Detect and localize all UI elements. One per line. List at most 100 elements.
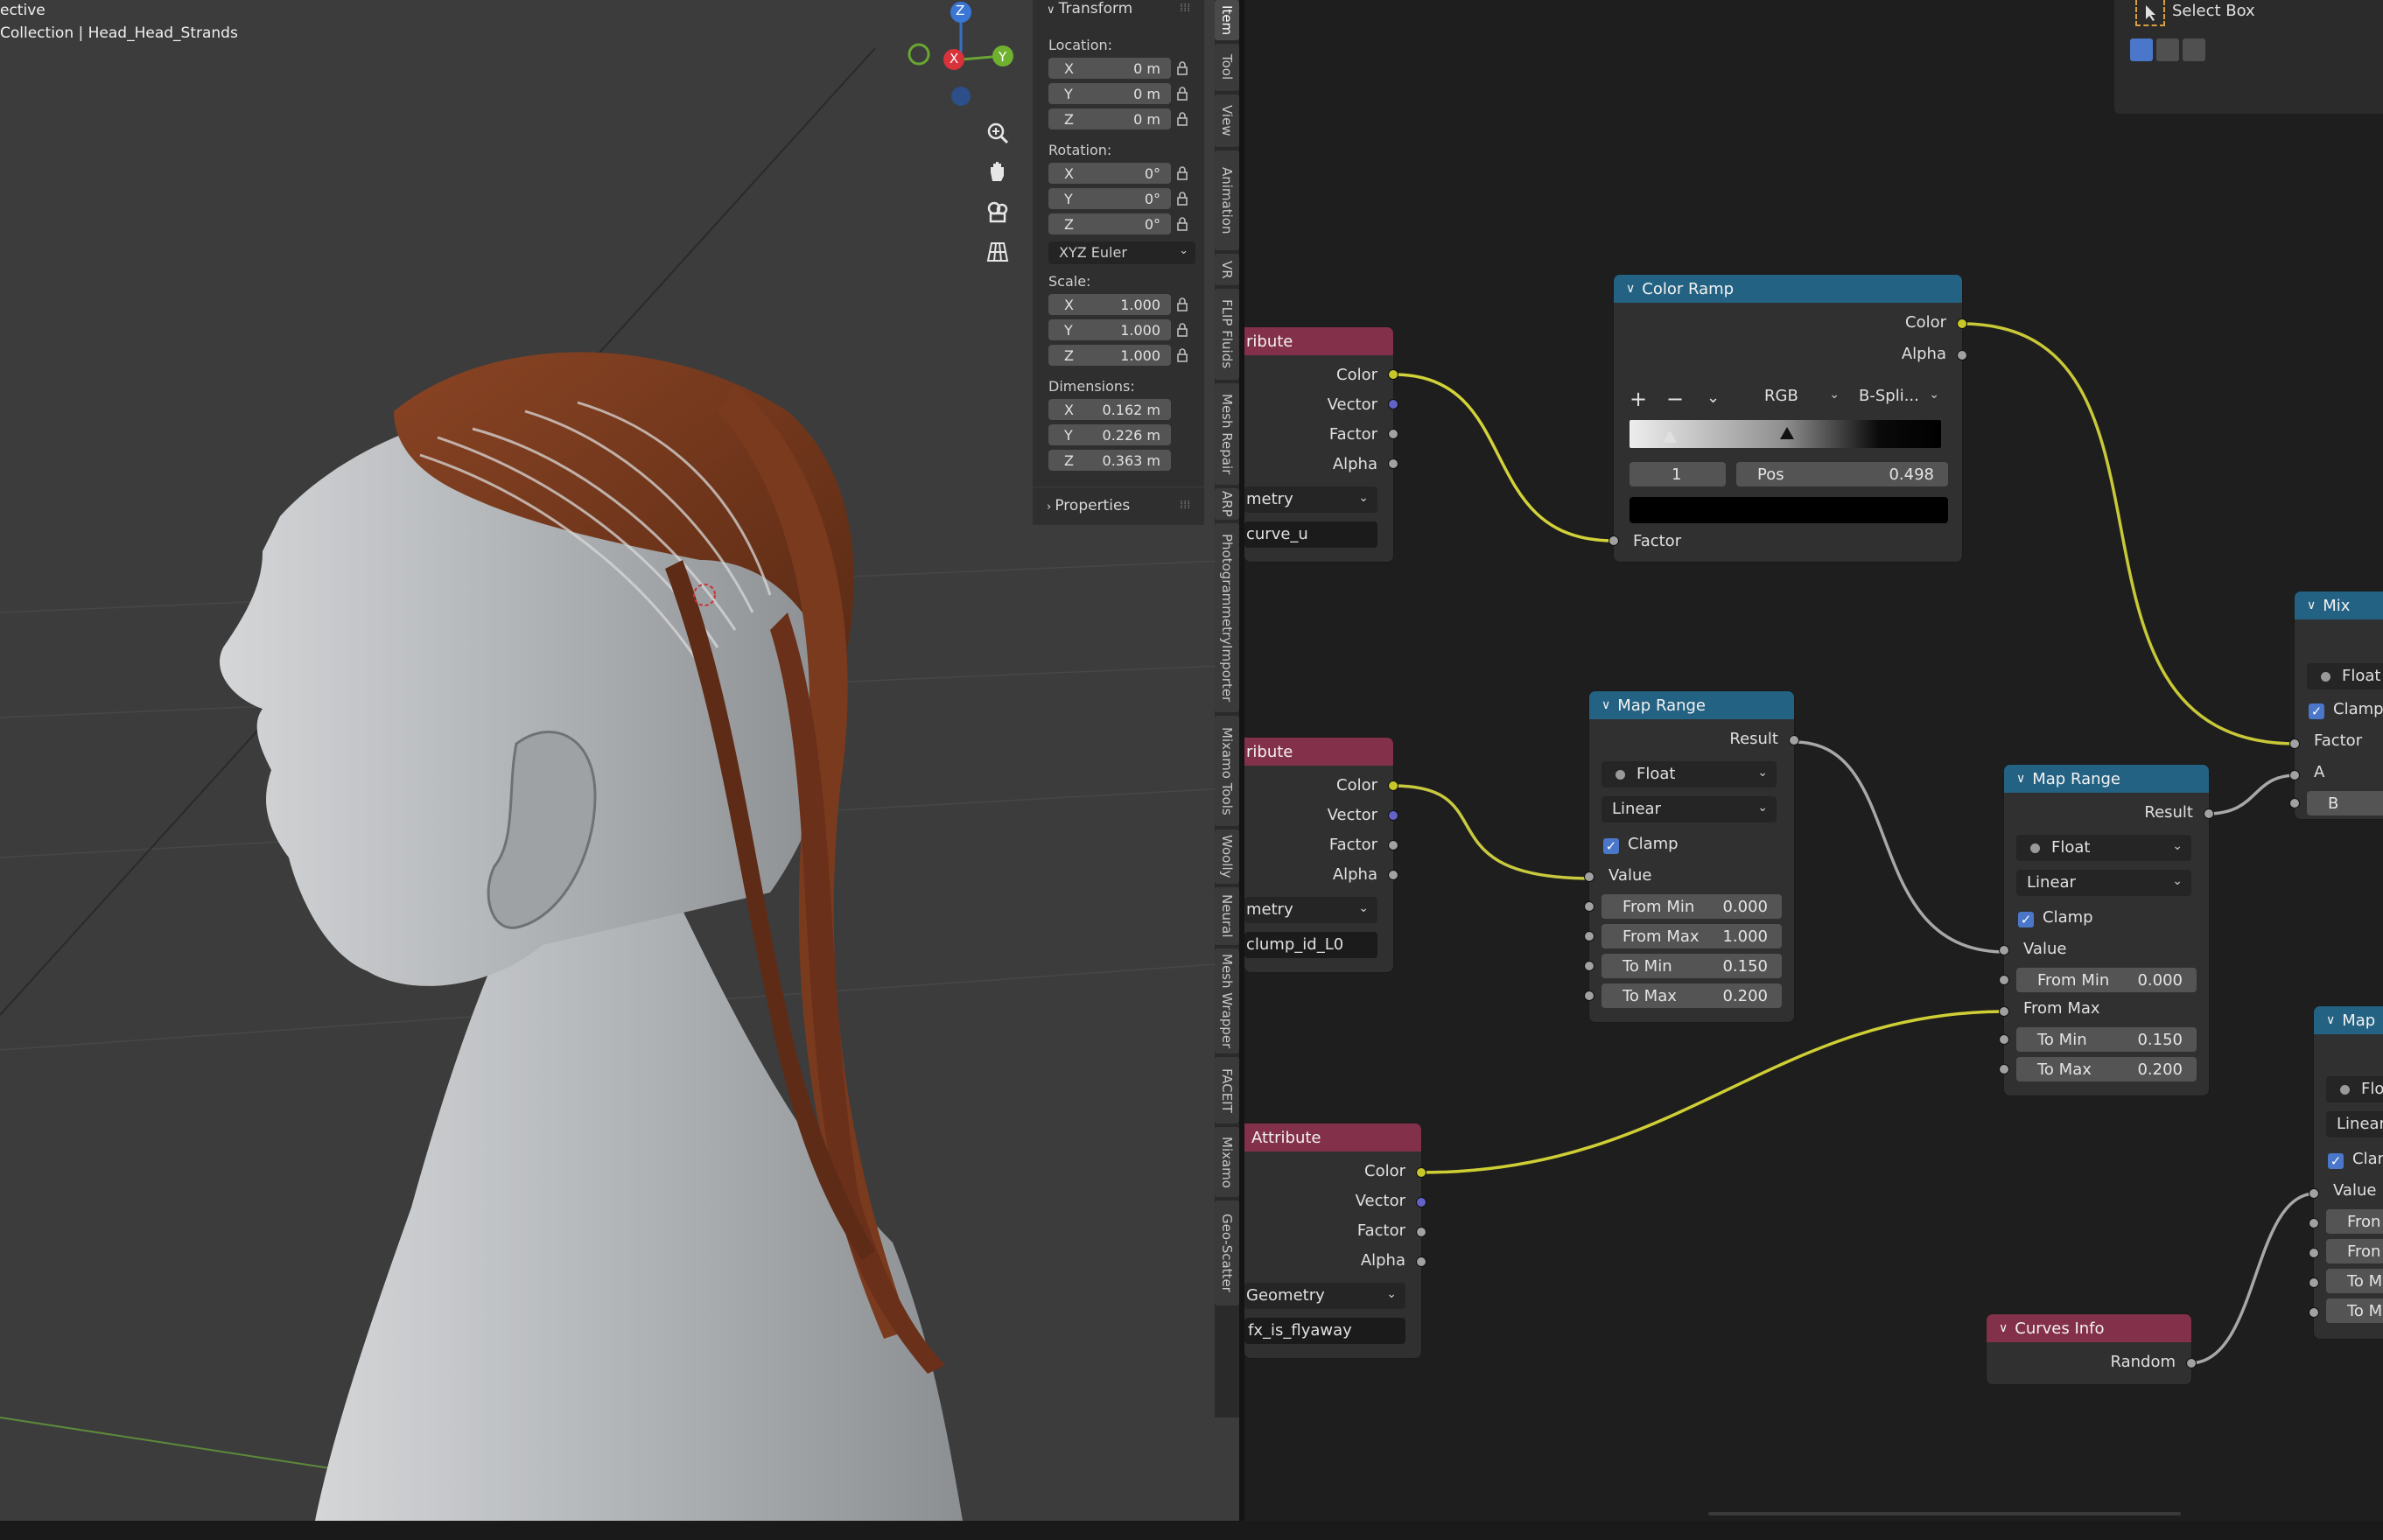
socket-vector[interactable] bbox=[1388, 399, 1398, 410]
color-ramp-gradient[interactable] bbox=[1630, 420, 1941, 448]
socket-b-in[interactable] bbox=[2289, 798, 2300, 808]
dimensions-z-field[interactable]: Z 0.363 m bbox=[1048, 450, 1171, 471]
map-range-node-3[interactable]: ∨ Map Flo Linear ✓ Clan Value Fron Fron T… bbox=[2309, 1006, 2383, 1339]
socket-vector[interactable] bbox=[1416, 1197, 1426, 1208]
map-range-node-2[interactable]: ∨ Map Range Result Float ⌄ Linear ⌄ ✓ Clamp… bbox=[1999, 765, 2214, 1096]
socket-to-max[interactable] bbox=[2309, 1307, 2319, 1318]
tab-mesh-wrapper[interactable]: Mesh Wrapper bbox=[1215, 948, 1239, 1054]
socket-color[interactable] bbox=[1957, 318, 1967, 329]
rotation-x-field[interactable]: X 0° bbox=[1048, 163, 1171, 184]
node-header[interactable]: Attribute bbox=[1244, 1124, 1421, 1152]
from-min-field[interactable]: Fron bbox=[2326, 1209, 2383, 1234]
tab-woolly[interactable]: Woolly bbox=[1215, 830, 1239, 884]
node-header[interactable]: ribute bbox=[1244, 327, 1393, 355]
stop-index-field[interactable]: 1 bbox=[1630, 462, 1726, 486]
curves-info-node[interactable]: ∨ Curves Info Random bbox=[1987, 1314, 2197, 1384]
socket-from-min[interactable] bbox=[1999, 975, 2009, 985]
attribute-node-curve-u[interactable]: ribute Color Vector Factor Alpha metry ⌄ … bbox=[1244, 327, 1398, 562]
mode-extend-selection-icon[interactable] bbox=[2156, 38, 2179, 61]
socket-from-min[interactable] bbox=[2309, 1218, 2319, 1228]
mode-subtract-selection-icon[interactable] bbox=[2183, 38, 2205, 61]
data-type-select[interactable]: Float ⌄ bbox=[2016, 835, 2191, 861]
map-range-node-1[interactable]: ∨ Map Range Result Float ⌄ Linear ⌄ ✓ Clamp… bbox=[1584, 691, 1799, 1022]
tab-mesh-repair[interactable]: Mesh Repair bbox=[1215, 383, 1239, 485]
dimensions-y-field[interactable]: Y 0.226 m bbox=[1048, 424, 1171, 445]
remove-stop-button[interactable]: − bbox=[1666, 387, 1684, 411]
lock-icon[interactable] bbox=[1177, 60, 1188, 76]
socket-value-in[interactable] bbox=[1584, 872, 1595, 882]
socket-factor[interactable] bbox=[1388, 840, 1398, 850]
tab-tool[interactable]: Tool bbox=[1215, 44, 1239, 91]
attribute-name-field[interactable]: fx_is_flyaway bbox=[1244, 1318, 1405, 1344]
socket-to-min[interactable] bbox=[1584, 961, 1595, 971]
socket-color[interactable] bbox=[1416, 1167, 1426, 1178]
attribute-type-select[interactable]: metry ⌄ bbox=[1244, 486, 1377, 513]
zoom-icon[interactable] bbox=[980, 116, 1015, 150]
socket-a-in[interactable] bbox=[2289, 770, 2300, 780]
socket-to-min[interactable] bbox=[2309, 1278, 2319, 1288]
properties-panel-header[interactable]: › Properties bbox=[1047, 497, 1130, 514]
tab-geo-scatter[interactable]: Geo-Scatter bbox=[1215, 1200, 1239, 1306]
ramp-menu-chevron-icon[interactable]: ⌄ bbox=[1707, 388, 1720, 407]
socket-factor-in[interactable] bbox=[2289, 738, 2300, 749]
node-header[interactable]: ∨ Map Range bbox=[1589, 691, 1794, 719]
socket-color[interactable] bbox=[1388, 369, 1398, 380]
socket-from-max[interactable] bbox=[2309, 1248, 2319, 1258]
node-header[interactable]: ribute bbox=[1244, 738, 1393, 766]
tab-mixamo-tools[interactable]: Mixamo Tools bbox=[1215, 716, 1239, 826]
b-field[interactable]: B bbox=[2307, 791, 2383, 816]
tab-mixamo[interactable]: Mixamo bbox=[1215, 1127, 1239, 1197]
mode-new-selection-icon[interactable] bbox=[2130, 38, 2153, 61]
interpolation-select[interactable]: Linear ⌄ bbox=[2016, 870, 2191, 896]
lock-icon[interactable] bbox=[1177, 165, 1188, 181]
rotation-y-field[interactable]: Y 0° bbox=[1048, 188, 1171, 209]
color-mode-select[interactable]: RGB ⌄ bbox=[1754, 383, 1848, 410]
attribute-node-flyaway[interactable]: Attribute Color Vector Factor Alpha Geom… bbox=[1244, 1124, 1426, 1358]
tab-flip-fluids[interactable]: FLIP Fluids bbox=[1215, 289, 1239, 380]
clamp-checkbox[interactable]: ✓ bbox=[2018, 912, 2034, 928]
socket-color[interactable] bbox=[1388, 780, 1398, 791]
attribute-type-select[interactable]: Geometry ⌄ bbox=[1244, 1283, 1405, 1309]
tab-view[interactable]: View bbox=[1215, 94, 1239, 147]
attribute-name-field[interactable]: clump_id_L0 bbox=[1244, 932, 1377, 958]
to-min-field[interactable]: To Min 0.150 bbox=[1602, 954, 1782, 978]
socket-vector[interactable] bbox=[1388, 810, 1398, 821]
interpolation-select[interactable]: Linear ⌄ bbox=[1602, 796, 1777, 822]
socket-to-max[interactable] bbox=[1999, 1064, 2009, 1074]
tab-item[interactable]: Item bbox=[1215, 0, 1239, 40]
from-min-field[interactable]: From Min 0.000 bbox=[2016, 968, 2197, 992]
tab-arp[interactable]: ARP bbox=[1215, 488, 1239, 520]
lock-icon[interactable] bbox=[1177, 86, 1188, 102]
add-stop-button[interactable]: + bbox=[1630, 387, 1647, 411]
from-min-field[interactable]: From Min 0.000 bbox=[1602, 894, 1782, 919]
to-max-field[interactable]: To M bbox=[2326, 1298, 2383, 1323]
dimensions-x-field[interactable]: X 0.162 m bbox=[1048, 399, 1171, 420]
tab-animation[interactable]: Animation bbox=[1215, 150, 1239, 250]
pan-hand-icon[interactable] bbox=[980, 154, 1015, 189]
clamp-checkbox[interactable]: ✓ bbox=[2309, 704, 2324, 719]
clamp-checkbox[interactable]: ✓ bbox=[2328, 1153, 2344, 1169]
grid-perspective-icon[interactable] bbox=[980, 234, 1015, 270]
socket-factor[interactable] bbox=[1416, 1227, 1426, 1237]
ramp-stop-white[interactable] bbox=[1663, 430, 1677, 443]
to-max-field[interactable]: To Max 0.200 bbox=[1602, 984, 1782, 1008]
node-header[interactable]: ∨ Map bbox=[2314, 1006, 2383, 1034]
select-box-icon[interactable] bbox=[2135, 0, 2165, 26]
socket-from-max[interactable] bbox=[1584, 931, 1595, 942]
lock-icon[interactable] bbox=[1177, 322, 1188, 338]
stop-position-field[interactable]: Pos 0.498 bbox=[1736, 462, 1948, 486]
attribute-name-field[interactable]: curve_u bbox=[1244, 522, 1377, 548]
data-type-select[interactable]: Flo bbox=[2326, 1076, 2383, 1102]
socket-result[interactable] bbox=[2204, 808, 2214, 819]
rotation-mode-select[interactable]: XYZ Euler ⌄ bbox=[1048, 242, 1195, 264]
to-min-field[interactable]: To M bbox=[2326, 1269, 2383, 1293]
socket-value-in[interactable] bbox=[1999, 945, 2009, 956]
lock-icon[interactable] bbox=[1177, 191, 1188, 206]
socket-from-min[interactable] bbox=[1584, 901, 1595, 912]
tab-vr[interactable]: VR bbox=[1215, 254, 1239, 285]
clamp-checkbox[interactable]: ✓ bbox=[1603, 838, 1619, 854]
camera-icon[interactable] bbox=[980, 194, 1015, 229]
socket-from-max[interactable] bbox=[1999, 1006, 2009, 1017]
data-type-select[interactable]: Float ⌄ bbox=[1602, 761, 1777, 788]
socket-alpha[interactable] bbox=[1388, 870, 1398, 880]
